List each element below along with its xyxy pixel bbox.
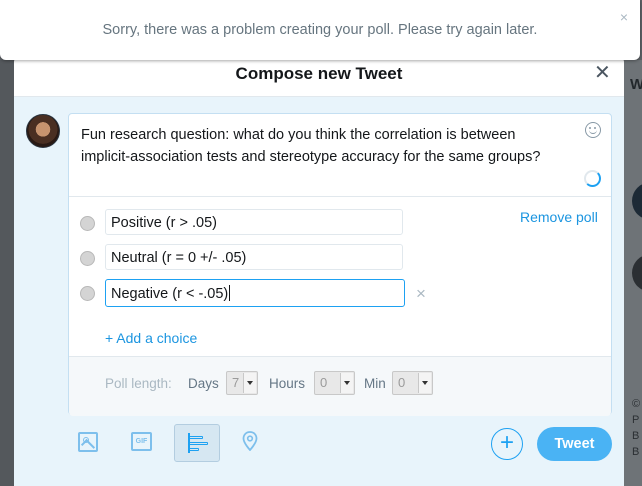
choice-radio-icon <box>80 286 95 301</box>
add-tweet-button[interactable]: + <box>491 428 523 460</box>
hours-select[interactable]: 0 <box>314 371 355 395</box>
background-text: B <box>632 446 640 458</box>
tweet-button[interactable]: Tweet <box>537 427 612 461</box>
poll-length-label: Poll length: <box>105 376 172 391</box>
tweet-text-input[interactable]: Fun research question: what do you think… <box>81 124 561 168</box>
tweet-composer: Fun research question: what do you think… <box>68 113 612 416</box>
remove-poll-link[interactable]: Remove poll <box>520 209 598 225</box>
chevron-down-icon <box>243 373 256 393</box>
chevron-down-icon <box>340 373 353 393</box>
avatar[interactable] <box>26 114 60 148</box>
poll-choice-1-value: Positive (r > .05) <box>111 215 217 231</box>
modal-body: Fun research question: what do you think… <box>14 97 624 486</box>
hours-label: Hours <box>269 376 306 391</box>
location-icon[interactable] <box>242 431 258 451</box>
poll-choice-1-input[interactable]: Positive (r > .05) <box>105 209 403 235</box>
compose-tweet-modal: Compose new Tweet ✕ Fun research questio… <box>14 56 624 486</box>
poll-choice-3-value: Negative (r < -.05) <box>111 286 229 302</box>
text-caret <box>229 285 231 301</box>
poll-choice-3-input[interactable]: Negative (r < -.05) <box>105 279 405 307</box>
days-select[interactable]: 7 <box>226 371 258 395</box>
emoji-icon[interactable] <box>585 122 601 138</box>
chevron-down-icon <box>418 373 431 393</box>
choice-radio-icon <box>80 251 95 266</box>
background-text: B <box>632 430 640 442</box>
character-count-ring-icon <box>584 170 601 187</box>
min-select[interactable]: 0 <box>392 371 433 395</box>
days-label: Days <box>188 376 219 391</box>
background-sidebar: W © P B B <box>624 60 642 486</box>
choice-radio-icon <box>80 216 95 231</box>
gif-icon[interactable]: GIF <box>131 432 152 451</box>
background-avatar <box>632 254 642 292</box>
min-value: 0 <box>398 375 406 390</box>
days-value: 7 <box>232 375 240 390</box>
background-left-edge <box>0 60 14 486</box>
min-label: Min <box>364 376 386 391</box>
alert-message: Sorry, there was a problem creating your… <box>102 22 538 38</box>
background-text: P <box>632 414 640 426</box>
background-sidebar-heading: W <box>630 76 642 93</box>
background-avatar <box>632 182 642 220</box>
modal-title: Compose new Tweet <box>235 64 403 83</box>
modal-close-icon[interactable]: ✕ <box>594 63 611 83</box>
error-alert: Sorry, there was a problem creating your… <box>0 0 640 60</box>
remove-choice-icon[interactable]: × <box>416 285 426 302</box>
modal-header: Compose new Tweet ✕ <box>14 56 624 97</box>
poll-length-row: Poll length: Days 7 Hours 0 Min 0 <box>69 356 611 416</box>
add-choice-link[interactable]: + Add a choice <box>105 330 197 346</box>
hours-value: 0 <box>320 375 328 390</box>
background-text: © <box>632 398 641 410</box>
poll-choice-2-input[interactable]: Neutral (r = 0 +/- .05) <box>105 244 403 270</box>
alert-close-icon[interactable]: × <box>620 10 628 24</box>
poll-icon <box>188 433 208 453</box>
media-icon[interactable] <box>78 432 98 452</box>
poll-editor: Remove poll Positive (r > .05) Neutral (… <box>69 196 611 416</box>
poll-choice-2-value: Neutral (r = 0 +/- .05) <box>111 250 247 266</box>
poll-button[interactable] <box>174 424 220 462</box>
